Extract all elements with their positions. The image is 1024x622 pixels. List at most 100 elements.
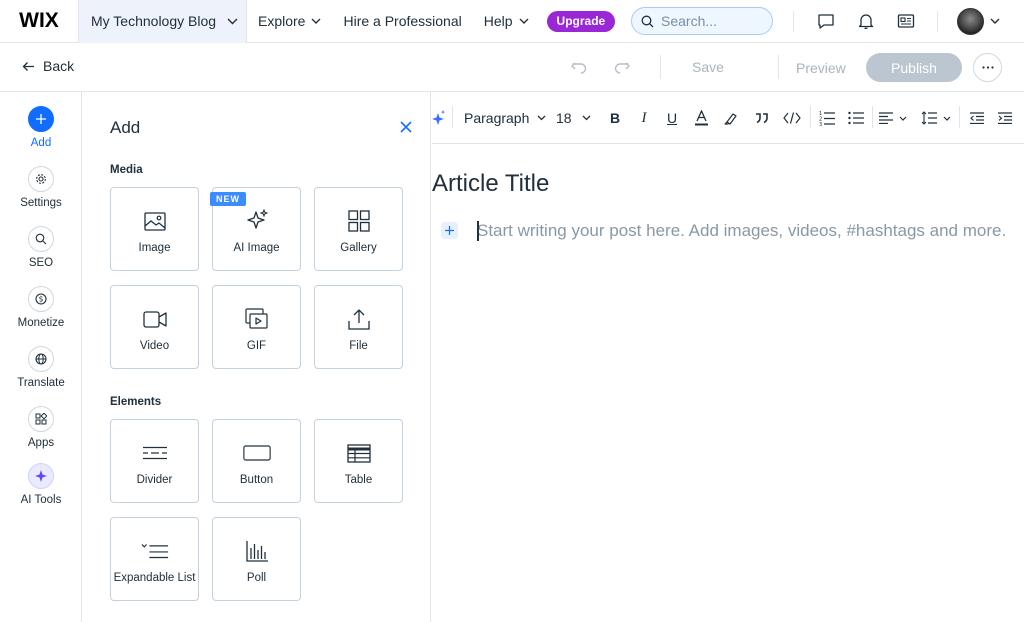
editor: Paragraph 18 B I U 123 Article Title Sta… (432, 92, 1024, 622)
numbered-list-button[interactable]: 123 (819, 108, 835, 128)
bold-icon: B (609, 110, 621, 126)
bold-button[interactable]: B (608, 108, 622, 128)
rail-item-translate[interactable]: Translate (0, 346, 82, 389)
alignment-dropdown[interactable] (879, 108, 907, 128)
tile-label: AI Image (233, 242, 280, 254)
rail-item-settings[interactable]: Settings (0, 166, 82, 209)
action-bar: Back Save Preview Publish (0, 43, 1024, 92)
tile-label: GIF (246, 340, 267, 352)
sparkle-icon (243, 208, 271, 234)
indent-icon (998, 112, 1012, 124)
tile-image[interactable]: Image (110, 187, 199, 271)
more-dots-icon (981, 66, 994, 69)
gear-icon (28, 166, 54, 192)
nav-help[interactable]: Help (473, 13, 540, 29)
tile-button[interactable]: Button (212, 419, 301, 503)
tile-label: Video (139, 340, 170, 352)
highlighter-icon (723, 112, 737, 125)
line-spacing-dropdown[interactable] (921, 108, 951, 128)
chevron-down-icon[interactable] (990, 18, 1000, 24)
rail-item-apps[interactable]: Apps (0, 406, 82, 449)
gif-icon (243, 306, 271, 332)
save-button[interactable]: Save (692, 59, 724, 75)
button-icon (242, 440, 271, 466)
rail-item-monetize[interactable]: $ Monetize (0, 286, 82, 329)
quote-button[interactable] (755, 108, 769, 128)
paragraph-style-label: Paragraph (464, 110, 530, 126)
rail-item-seo[interactable]: SEO (0, 226, 82, 269)
avatar[interactable] (957, 8, 984, 35)
nav-explore-label: Explore (258, 13, 306, 29)
insert-plus-button[interactable] (441, 222, 458, 239)
panel-title: Add (110, 118, 141, 137)
divider (937, 11, 938, 32)
article-title[interactable]: Article Title (432, 170, 549, 198)
search-icon (28, 226, 54, 252)
redo-icon[interactable] (612, 57, 632, 77)
rail-label: Settings (20, 197, 62, 209)
code-button[interactable] (783, 108, 801, 128)
increase-indent-button[interactable] (998, 108, 1012, 128)
site-name: My Technology Blog (91, 13, 217, 29)
highlight-button[interactable] (723, 108, 737, 128)
nav-hire-label: Hire a Professional (343, 13, 462, 29)
divider-icon (141, 440, 169, 466)
tile-poll[interactable]: Poll (212, 517, 301, 601)
outdent-icon (970, 112, 984, 124)
publish-button[interactable]: Publish (866, 53, 962, 82)
rail-label: Monetize (17, 317, 65, 329)
chevron-down-icon (227, 18, 238, 24)
ai-sparkle-icon[interactable] (432, 108, 446, 128)
tile-gallery[interactable]: Gallery (314, 187, 403, 271)
tile-label: File (349, 340, 368, 352)
rail-item-ai-tools[interactable]: AI Tools (0, 463, 82, 506)
search-input[interactable] (661, 13, 761, 29)
table-icon (345, 440, 373, 466)
bell-icon[interactable] (856, 11, 876, 31)
tile-divider[interactable]: Divider (110, 419, 199, 503)
nav-hire-professional[interactable]: Hire a Professional (332, 13, 472, 29)
tile-label: Poll (246, 572, 267, 584)
comments-icon[interactable] (816, 11, 836, 31)
video-icon (141, 306, 169, 332)
text-color-button[interactable] (694, 108, 708, 128)
decrease-indent-button[interactable] (970, 108, 984, 128)
divider (452, 106, 453, 128)
rail-label: Apps (27, 437, 55, 449)
font-size-dropdown[interactable]: 18 (556, 108, 591, 128)
tile-ai-image[interactable]: NEW AI Image (210, 187, 301, 271)
italic-button[interactable]: I (637, 108, 651, 128)
sparkle-icon (28, 463, 54, 489)
tile-table[interactable]: Table (314, 419, 403, 503)
poll-icon (243, 538, 271, 564)
site-selector[interactable]: My Technology Blog (78, 0, 247, 43)
close-icon[interactable] (399, 120, 413, 134)
upgrade-button[interactable]: Upgrade (546, 10, 616, 32)
expandable-list-icon (141, 538, 169, 564)
text-cursor (477, 221, 479, 241)
undo-icon[interactable] (569, 57, 589, 77)
image-icon (141, 208, 169, 234)
wix-logo[interactable]: WIX (0, 0, 78, 43)
tile-expandable-list[interactable]: Expandable List (110, 517, 199, 601)
tile-label: Button (239, 474, 274, 486)
divider (959, 106, 960, 128)
paragraph-style-dropdown[interactable]: Paragraph (464, 108, 546, 128)
arrow-left-icon (22, 61, 34, 71)
nav-explore[interactable]: Explore (247, 13, 332, 29)
tile-file[interactable]: File (314, 285, 403, 369)
more-options-button[interactable] (973, 53, 1002, 82)
back-button[interactable]: Back (22, 58, 74, 74)
font-size-label: 18 (556, 110, 572, 126)
preview-button[interactable]: Preview (796, 60, 846, 76)
bullet-list-button[interactable] (848, 108, 864, 128)
tile-video[interactable]: Video (110, 285, 199, 369)
post-body-input[interactable]: Start writing your post here. Add images… (477, 221, 1006, 241)
plus-icon (445, 226, 454, 235)
underline-button[interactable]: U (665, 108, 679, 128)
tile-gif[interactable]: GIF (212, 285, 301, 369)
news-icon[interactable] (896, 11, 916, 31)
rail-item-add[interactable]: Add (0, 106, 82, 149)
tile-label: Expandable List (113, 572, 196, 584)
search-box[interactable] (631, 7, 773, 35)
